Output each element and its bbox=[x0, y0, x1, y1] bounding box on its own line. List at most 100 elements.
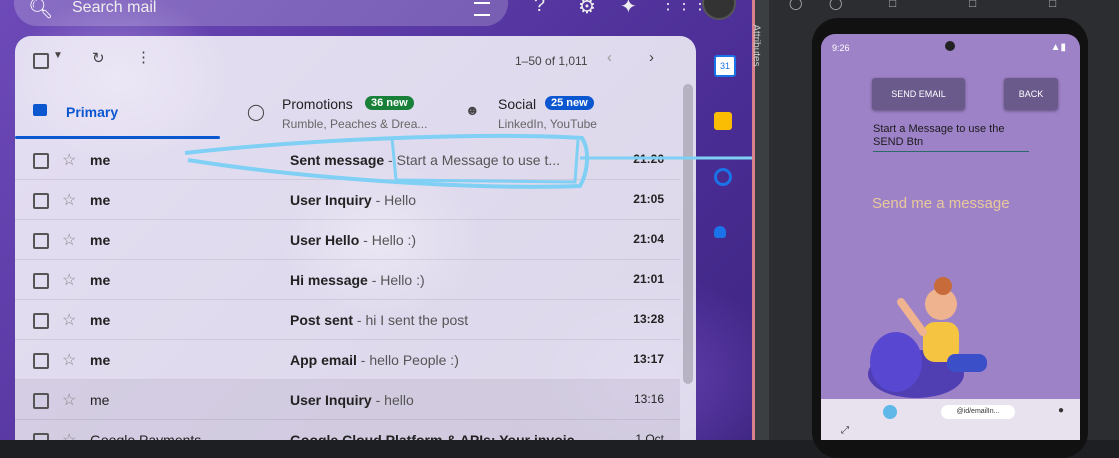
inbox-icon bbox=[33, 104, 47, 116]
more-options-icon[interactable]: ⋮ bbox=[136, 48, 151, 66]
email-subject: User Inquiry bbox=[290, 192, 372, 208]
email-time: 13:17 bbox=[633, 352, 664, 366]
avatar[interactable] bbox=[702, 0, 736, 20]
email-time: 1 Oct bbox=[635, 432, 664, 440]
email-snippet: Hello :) bbox=[371, 232, 417, 248]
tasks-icon[interactable] bbox=[714, 168, 732, 186]
row-checkbox[interactable] bbox=[33, 433, 49, 440]
email-time: 13:16 bbox=[633, 392, 664, 406]
star-icon[interactable]: ☆ bbox=[62, 350, 76, 370]
email-time: 21:04 bbox=[633, 232, 664, 246]
pagination-text: 1–50 of 1,011 bbox=[515, 54, 588, 68]
email-snippet: hello bbox=[384, 392, 414, 408]
table-row[interactable]: ☆ me Sent message - Start a Message to use… bbox=[15, 140, 680, 180]
category-tabs: Primary ◯ Promotions 36 new Rumble, Peac… bbox=[15, 90, 696, 140]
gmail-window: 🔍︎ Search mail ? ⚙ ✦ ⋮⋮⋮ ▼ ↻ ⋮ 1–50 of 1… bbox=[0, 0, 752, 440]
soft-keyboard[interactable]: @id/emailIn... ● ⤢ bbox=[821, 399, 1080, 440]
email-snippet: hi I sent the post bbox=[365, 312, 469, 328]
rotate-icon[interactable]: □ bbox=[889, 0, 896, 10]
social-senders: LinkedIn, YouTube bbox=[498, 117, 597, 131]
message-input[interactable]: Start a Message to use the SEND Btn bbox=[873, 123, 1033, 149]
power-icon[interactable]: ◯ bbox=[789, 0, 802, 10]
calendar-icon[interactable]: 31 bbox=[714, 55, 736, 77]
send-email-button[interactable]: SEND EMAIL bbox=[872, 78, 965, 110]
email-snippet: Start a Message to use t... bbox=[396, 152, 561, 168]
toolbar: ▼ ↻ ⋮ 1–50 of 1,011 ‹ › bbox=[15, 36, 696, 84]
row-checkbox[interactable] bbox=[33, 153, 49, 169]
apps-grid-icon[interactable]: ⋮⋮⋮ bbox=[660, 0, 708, 14]
row-checkbox[interactable] bbox=[33, 193, 49, 209]
email-sender: me bbox=[90, 392, 110, 408]
star-icon[interactable]: ☆ bbox=[62, 310, 76, 330]
search-bar[interactable]: 🔍︎ Search mail bbox=[14, 0, 508, 26]
tab-promotions[interactable]: ◯ Promotions 36 new Rumble, Peaches & Dr… bbox=[245, 90, 460, 140]
gemini-icon[interactable]: ✦ bbox=[620, 0, 637, 19]
row-checkbox[interactable] bbox=[33, 273, 49, 289]
select-all-checkbox[interactable] bbox=[33, 53, 49, 69]
keep-icon[interactable] bbox=[714, 112, 732, 130]
email-snippet: Hello bbox=[384, 192, 417, 208]
search-options-icon[interactable] bbox=[474, 2, 490, 16]
email-sender: Google Payments bbox=[90, 432, 202, 440]
table-row[interactable]: ☆ me Post sent - hi I sent the post 13:28 bbox=[15, 300, 680, 340]
camera-icon bbox=[945, 41, 955, 51]
scrollbar[interactable] bbox=[683, 84, 693, 384]
email-snippet: Hello :) bbox=[380, 272, 425, 288]
email-sender: me bbox=[90, 192, 111, 208]
tag-icon: ◯ bbox=[247, 104, 265, 121]
attributes-sidebar[interactable]: Attributes bbox=[751, 0, 769, 440]
search-icon[interactable]: 🔍︎ bbox=[28, 0, 53, 21]
send-me-message-hint: Send me a message bbox=[872, 195, 1010, 212]
row-checkbox[interactable] bbox=[33, 313, 49, 329]
table-row[interactable]: ☆ me User Inquiry - hello 13:16 bbox=[15, 380, 680, 420]
settings-icon[interactable]: □ bbox=[1049, 0, 1056, 10]
row-checkbox[interactable] bbox=[33, 233, 49, 249]
table-row[interactable]: ☆ me User Hello - Hello :) 21:04 bbox=[15, 220, 680, 260]
mail-list-panel: ▼ ↻ ⋮ 1–50 of 1,011 ‹ › Primary ◯ Promot… bbox=[15, 36, 696, 440]
tab-primary-label: Primary bbox=[66, 104, 119, 120]
refresh-icon[interactable]: ↻ bbox=[92, 49, 105, 67]
gear-icon[interactable]: ⚙ bbox=[578, 0, 596, 19]
promotions-senders: Rumble, Peaches & Drea... bbox=[282, 117, 428, 131]
email-time: 21:05 bbox=[633, 192, 664, 206]
message-input-underline bbox=[873, 151, 1029, 152]
volume-icon[interactable]: ◯ bbox=[829, 0, 842, 10]
tab-social[interactable]: ☻ Social 25 new LinkedIn, YouTube bbox=[463, 90, 678, 140]
search-input[interactable]: Search mail bbox=[72, 0, 156, 17]
table-row[interactable]: ☆ Google Payments Google Cloud Platform & … bbox=[15, 420, 680, 440]
email-subject: Hi message bbox=[290, 272, 368, 288]
keyboard-resize-icon[interactable]: ⤢ bbox=[841, 425, 849, 436]
character-illustration bbox=[868, 277, 987, 398]
next-page-icon[interactable]: › bbox=[649, 49, 654, 66]
table-row[interactable]: ☆ me App email - hello People :) 13:17 bbox=[15, 340, 680, 380]
phone-screen: 9:26 ▲▮ SEND EMAIL BACK Start a Message … bbox=[821, 34, 1080, 440]
active-tab-indicator bbox=[15, 136, 220, 139]
star-icon[interactable]: ☆ bbox=[62, 390, 76, 410]
star-icon[interactable]: ☆ bbox=[62, 230, 76, 250]
keyboard-suggestion-chip[interactable]: @id/emailIn... bbox=[941, 405, 1015, 419]
social-badge: 25 new bbox=[545, 96, 594, 110]
people-icon: ☻ bbox=[465, 102, 480, 118]
contacts-icon[interactable] bbox=[714, 226, 726, 238]
tab-social-label: Social bbox=[498, 96, 537, 112]
mic-icon[interactable]: ● bbox=[1058, 405, 1064, 416]
prev-page-icon[interactable]: ‹ bbox=[607, 49, 612, 66]
star-icon[interactable]: ☆ bbox=[62, 190, 76, 210]
keyboard-expand-icon[interactable] bbox=[883, 405, 897, 419]
help-icon[interactable]: ? bbox=[534, 0, 545, 17]
row-checkbox[interactable] bbox=[33, 353, 49, 369]
email-sender: me bbox=[90, 352, 111, 368]
email-sender: me bbox=[90, 312, 111, 328]
email-subject: Post sent bbox=[290, 312, 354, 328]
row-checkbox[interactable] bbox=[33, 393, 49, 409]
select-dropdown-icon[interactable]: ▼ bbox=[53, 50, 63, 61]
screenshot-icon[interactable]: □ bbox=[969, 0, 976, 10]
email-time: 21:26 bbox=[633, 152, 664, 166]
table-row[interactable]: ☆ me Hi message - Hello :) 21:01 bbox=[15, 260, 680, 300]
back-button[interactable]: BACK bbox=[1004, 78, 1058, 110]
star-icon[interactable]: ☆ bbox=[62, 150, 76, 170]
star-icon[interactable]: ☆ bbox=[62, 270, 76, 290]
table-row[interactable]: ☆ me User Inquiry - Hello 21:05 bbox=[15, 180, 680, 220]
star-icon[interactable]: ☆ bbox=[62, 430, 76, 440]
tab-primary[interactable]: Primary bbox=[15, 90, 220, 140]
